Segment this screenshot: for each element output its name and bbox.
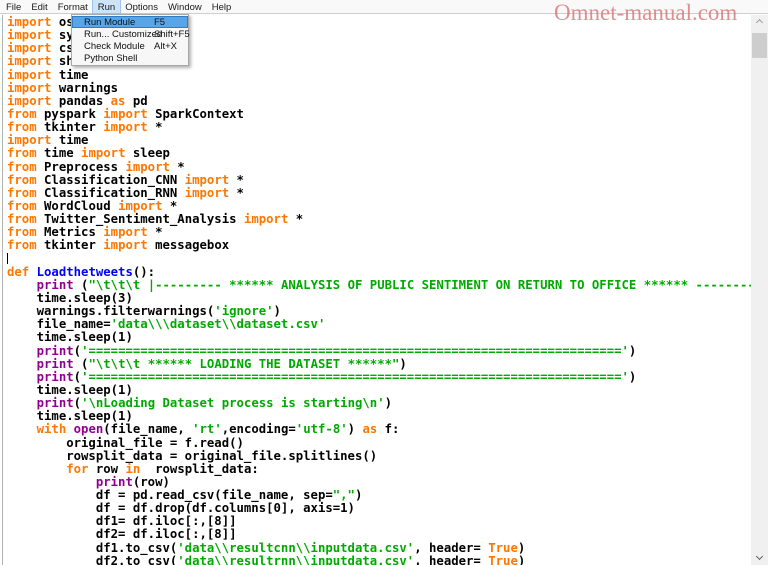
menu-item-label: Run Module bbox=[84, 16, 136, 28]
idle-editor-window: File Edit Format Run Options Window Help Run M… bbox=[0, 0, 768, 565]
menu-edit[interactable]: Edit bbox=[26, 0, 52, 13]
menu-window[interactable]: Window bbox=[163, 0, 207, 13]
menu-format[interactable]: Format bbox=[53, 0, 93, 13]
menu-item-label: Check Module bbox=[84, 40, 145, 52]
menu-help[interactable]: Help bbox=[207, 0, 237, 13]
scroll-up-icon[interactable] bbox=[755, 18, 764, 27]
menu-item-run-module[interactable]: Run Module F5 bbox=[72, 16, 188, 28]
menu-options[interactable]: Options bbox=[120, 0, 163, 13]
menu-item-label: Python Shell bbox=[84, 52, 138, 64]
menu-item-run-customized[interactable]: Run... Customized Shift+F5 bbox=[72, 28, 190, 40]
menu-item-python-shell[interactable]: Python Shell bbox=[72, 52, 188, 64]
run-dropdown-menu: Run Module F5 Run... Customized Shift+F5 Che… bbox=[71, 14, 190, 66]
menu-item-shortcut: Alt+X bbox=[154, 40, 177, 52]
scroll-down-icon[interactable] bbox=[755, 552, 764, 561]
code-line: import time bbox=[7, 67, 89, 82]
code-line: from tkinter import * bbox=[7, 120, 163, 135]
menu-item-label: Run... Customized bbox=[84, 28, 163, 40]
menu-run[interactable]: Run bbox=[91, 0, 122, 14]
menu-item-shortcut: Shift+F5 bbox=[154, 28, 190, 40]
text-cursor bbox=[7, 252, 8, 264]
menu-item-shortcut: F5 bbox=[154, 16, 166, 28]
vertical-scrollbar[interactable] bbox=[751, 15, 768, 565]
code-line: df2.to_csv('data\\resultrnn\\inputdata.c… bbox=[7, 553, 526, 565]
scrollbar-thumb[interactable] bbox=[752, 33, 767, 58]
code-line: from tkinter import messagebox bbox=[7, 238, 230, 253]
code-editor[interactable]: import osimport sysimport csvimport shut… bbox=[2, 15, 751, 565]
menu-file[interactable]: File bbox=[1, 0, 26, 13]
menu-item-check-module[interactable]: Check Module Alt+X bbox=[72, 40, 188, 52]
menu-bar: File Edit Format Run Options Window Help bbox=[0, 0, 768, 14]
